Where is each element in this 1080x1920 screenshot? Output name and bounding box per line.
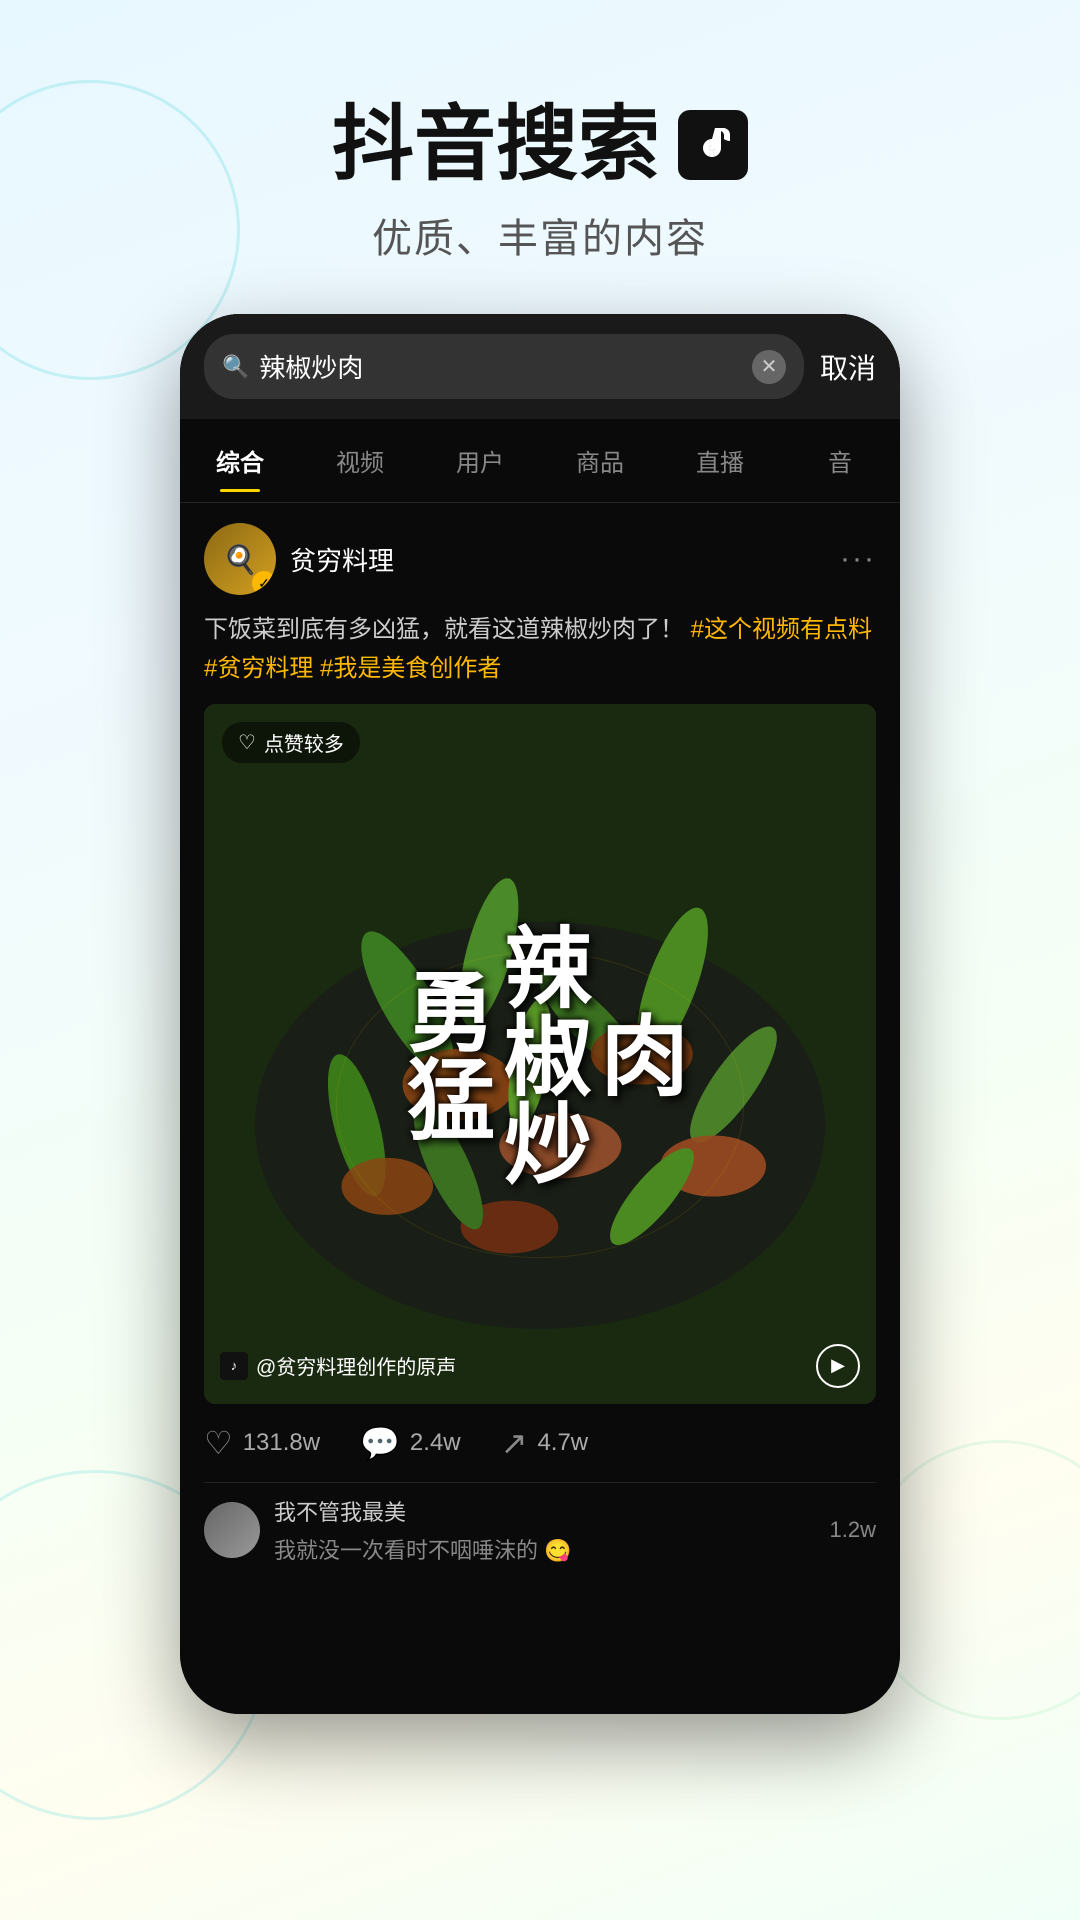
post-text: 下饭菜到底有多凶猛，就看这道辣椒炒肉了！ #这个视频有点料 #贫穷料理 #我是美… [204,611,876,688]
hashtag-2[interactable]: #贫穷料理 [204,655,313,682]
comment-icon: 💬 [360,1424,400,1462]
hashtag-3[interactable]: #我是美食创作者 [320,655,501,682]
verified-badge: ✓ [252,571,276,595]
hashtag-1[interactable]: #这个视频有点料 [691,616,872,643]
tab-用户[interactable]: 用户 [420,429,540,492]
tiktok-logo-icon [678,110,748,180]
tab-综合[interactable]: 综合 [180,429,300,492]
heart-icon-engage: ♡ [204,1424,233,1462]
cancel-button[interactable]: 取消 [820,347,876,387]
video-big-text-col2: 辣椒炒 [492,922,589,1186]
video-text-overlay: 勇猛 辣椒炒 肉 [204,704,876,1404]
engagement-bar: ♡ 131.8w 💬 2.4w ↗ 4.7w [204,1404,876,1482]
commenter-name: 我不管我最美 [274,1495,816,1527]
tab-商品[interactable]: 商品 [540,429,660,492]
phone-wrapper: 🔍 辣椒炒肉 ✕ 取消 综合 视频 用户 商品 [0,314,1080,1714]
tabs-row: 综合 视频 用户 商品 直播 音 [180,419,900,503]
video-badge: ♡ 点赞较多 [222,722,360,763]
video-background: 勇猛 辣椒炒 肉 ♡ 点赞较多 [204,704,876,1404]
tab-音[interactable]: 音 [780,429,900,492]
search-bar-area: 🔍 辣椒炒肉 ✕ 取消 [180,314,900,419]
search-query-text: 辣椒炒肉 [259,348,742,385]
author-name[interactable]: 贫穷料理 [290,541,394,578]
header-section: 抖音搜索 优质、丰富的内容 [0,0,1080,314]
tab-直播[interactable]: 直播 [660,429,780,492]
subtitle-text: 优质、丰富的内容 [0,206,1080,264]
share-icon: ↗ [501,1424,528,1462]
post-body-text: 下饭菜到底有多凶猛，就看这道辣椒炒肉了！ [204,616,684,643]
heart-icon: ♡ [238,730,256,755]
shares-count: 4.7w [537,1429,588,1457]
sound-info[interactable]: ♪ @贫穷料理创作的原声 [220,1351,456,1380]
video-thumbnail[interactable]: 勇猛 辣椒炒 肉 ♡ 点赞较多 [204,704,876,1404]
likes-item[interactable]: ♡ 131.8w [204,1424,320,1462]
video-big-text-col1: 勇猛 [395,966,492,1142]
sound-credit-text: @贫穷料理创作的原声 [256,1351,456,1380]
tab-视频[interactable]: 视频 [300,429,420,492]
comment-count-right: 1.2w [830,1517,876,1543]
phone-mockup: 🔍 辣椒炒肉 ✕ 取消 综合 视频 用户 商品 [180,314,900,1714]
comment-lines: 我不管我最美 我就没一次看时不咽唾沫的 😋 [274,1495,816,1565]
search-clear-button[interactable]: ✕ [752,350,786,384]
comments-item[interactable]: 💬 2.4w [360,1424,461,1462]
author-row: 🍳 ✓ 贫穷料理 ··· [204,523,876,595]
main-title: 抖音搜索 [0,100,1080,190]
video-sound-bar: ♪ @贫穷料理创作的原声 ▶ [220,1344,860,1388]
tiktok-small-icon: ♪ [220,1352,248,1380]
title-text: 抖音搜索 [332,100,660,190]
play-button[interactable]: ▶ [816,1344,860,1388]
more-options-button[interactable]: ··· [840,542,876,576]
likes-count: 131.8w [243,1429,320,1457]
author-avatar[interactable]: 🍳 ✓ [204,523,276,595]
search-icon: 🔍 [222,354,249,380]
content-area: 🍳 ✓ 贫穷料理 ··· 下饭菜到底有多凶猛，就看这道辣椒炒肉了！ #这个视频有… [180,503,900,1585]
search-input-container[interactable]: 🔍 辣椒炒肉 ✕ [204,334,804,399]
phone-content: 🔍 辣椒炒肉 ✕ 取消 综合 视频 用户 商品 [180,314,900,1714]
badge-label: 点赞较多 [264,728,344,757]
video-big-text-col3: 肉 [588,1010,685,1098]
author-info: 🍳 ✓ 贫穷料理 [204,523,394,595]
shares-item[interactable]: ↗ 4.7w [501,1424,589,1462]
comment-preview: 我不管我最美 我就没一次看时不咽唾沫的 😋 1.2w [204,1482,876,1565]
commenter-avatar [204,1502,260,1558]
comment-text: 我就没一次看时不咽唾沫的 😋 [274,1533,816,1565]
comments-count: 2.4w [410,1429,461,1457]
